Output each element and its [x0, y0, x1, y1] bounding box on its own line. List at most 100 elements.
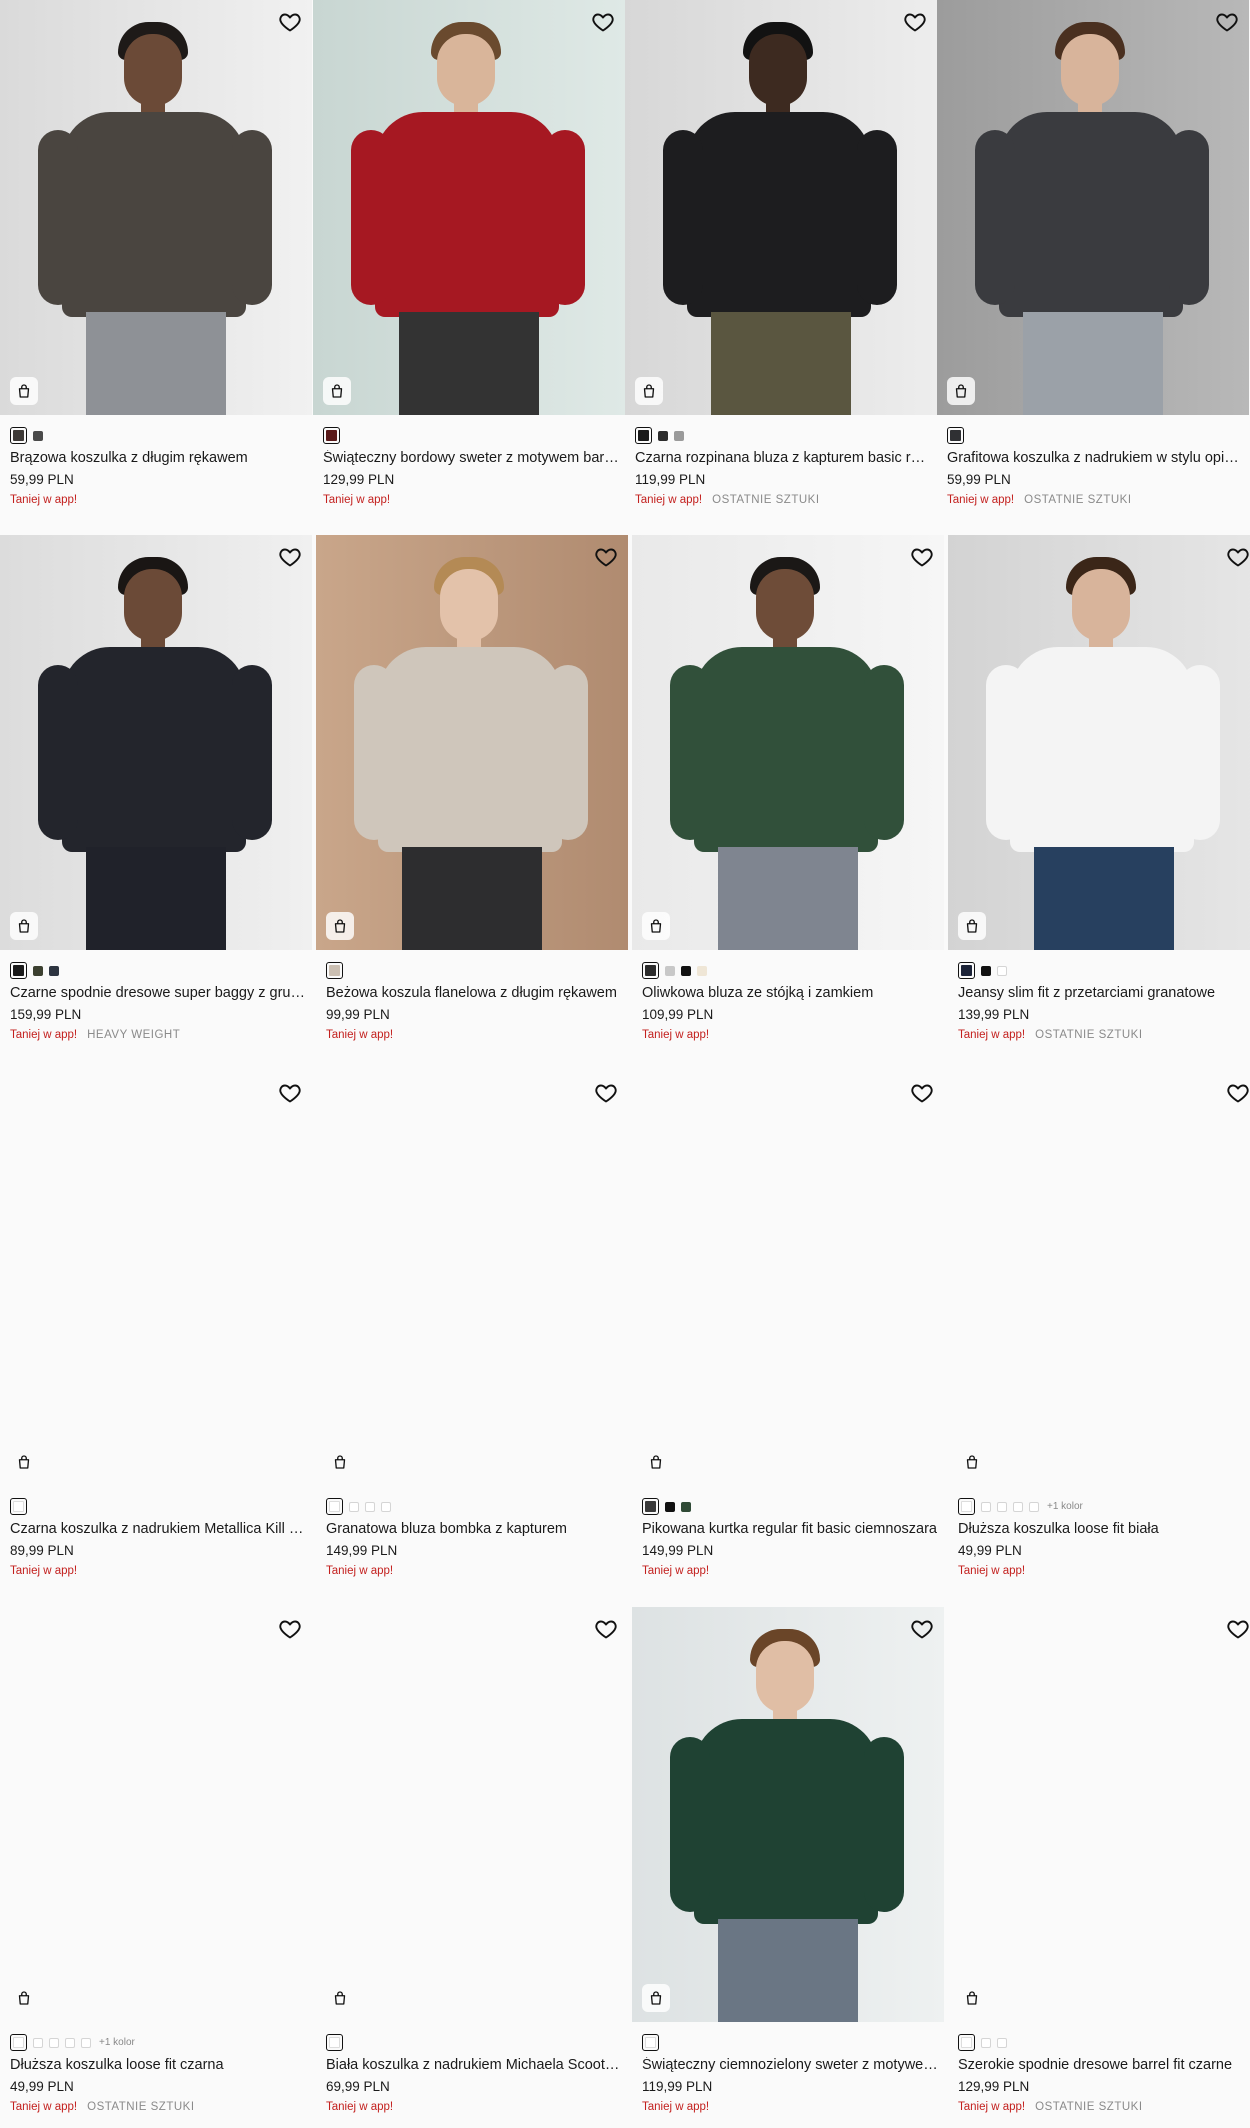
product-name[interactable]: Szerokie spodnie dresowe barrel fit czar… [958, 2057, 1250, 2073]
product-name[interactable]: Świąteczny ciemnozielony sweter z motywe… [642, 2057, 938, 2073]
product-image[interactable] [948, 535, 1250, 950]
product-card[interactable]: Szerokie spodnie dresowe barrel fit czar… [948, 1607, 1250, 2113]
more-colors-label[interactable]: +1 kolor [99, 2037, 135, 2048]
color-swatch[interactable] [981, 2037, 991, 2048]
heart-icon[interactable] [903, 10, 927, 34]
shopping-bag-icon[interactable] [958, 1984, 986, 2012]
product-name[interactable]: Oliwkowa bluza ze stójką i zamkiem [642, 985, 938, 1001]
product-name[interactable]: Granatowa bluza bombka z kapturem [326, 1521, 622, 1537]
color-swatch[interactable] [33, 430, 43, 441]
shopping-bag-icon[interactable] [642, 912, 670, 940]
product-name[interactable]: Czarna koszulka z nadrukiem Metallica Ki… [10, 1521, 306, 1537]
color-swatch-selected[interactable] [10, 427, 27, 444]
color-swatch-selected[interactable] [323, 427, 340, 444]
more-colors-label[interactable]: +1 kolor [1047, 1501, 1083, 1512]
product-card[interactable]: Jeansy slim fit z przetarciami granatowe… [948, 535, 1250, 1041]
color-swatch-selected[interactable] [958, 962, 975, 979]
shopping-bag-icon[interactable] [10, 912, 38, 940]
color-swatch-selected[interactable] [10, 1498, 27, 1515]
color-swatch-selected[interactable] [958, 1498, 975, 1515]
color-swatch-selected[interactable] [326, 1498, 343, 1515]
product-name[interactable]: Brązowa koszulka z długim rękawem [10, 450, 306, 466]
product-card[interactable]: Czarne spodnie dresowe super baggy z gru… [0, 535, 312, 1041]
product-card[interactable]: Pikowana kurtka regular fit basic ciemno… [632, 1071, 944, 1577]
heart-icon[interactable] [1226, 1081, 1250, 1105]
color-swatch[interactable] [658, 430, 668, 441]
heart-icon[interactable] [1215, 10, 1239, 34]
color-swatch-selected[interactable] [947, 427, 964, 444]
shopping-bag-icon[interactable] [958, 1448, 986, 1476]
color-swatch[interactable] [665, 965, 675, 976]
shopping-bag-icon[interactable] [635, 377, 663, 405]
shopping-bag-icon[interactable] [323, 377, 351, 405]
product-name[interactable]: Pikowana kurtka regular fit basic ciemno… [642, 1521, 938, 1537]
color-swatch[interactable] [65, 2037, 75, 2048]
color-swatch[interactable] [381, 1501, 391, 1512]
product-image[interactable] [0, 1607, 312, 2022]
color-swatch[interactable] [349, 1501, 359, 1512]
product-card[interactable]: Beżowa koszula flanelowa z długim rękawe… [316, 535, 628, 1041]
product-card[interactable]: Granatowa bluza bombka z kapturem 149,99… [316, 1071, 628, 1577]
heart-icon[interactable] [910, 1081, 934, 1105]
color-swatch-selected[interactable] [958, 2034, 975, 2051]
product-name[interactable]: Beżowa koszula flanelowa z długim rękawe… [326, 985, 622, 1001]
color-swatch-selected[interactable] [642, 962, 659, 979]
product-card[interactable]: Brązowa koszulka z długim rękawem 59,99 … [0, 0, 312, 506]
product-name[interactable]: Czarne spodnie dresowe super baggy z gru… [10, 985, 306, 1001]
shopping-bag-icon[interactable] [642, 1984, 670, 2012]
color-swatch[interactable] [997, 2037, 1007, 2048]
color-swatch-selected[interactable] [326, 962, 343, 979]
product-card[interactable]: +1 kolor Dłuższa koszulka loose fit czar… [0, 1607, 312, 2113]
shopping-bag-icon[interactable] [10, 1448, 38, 1476]
color-swatch-selected[interactable] [326, 2034, 343, 2051]
product-image[interactable] [0, 0, 312, 415]
color-swatch[interactable] [33, 2037, 43, 2048]
product-card[interactable]: Świąteczny bordowy sweter z motywem bars… [313, 0, 625, 506]
shopping-bag-icon[interactable] [958, 912, 986, 940]
product-image[interactable] [948, 1071, 1250, 1486]
heart-icon[interactable] [278, 1081, 302, 1105]
product-image[interactable] [316, 535, 628, 950]
heart-icon[interactable] [591, 10, 615, 34]
color-swatch[interactable] [81, 2037, 91, 2048]
color-swatch[interactable] [365, 1501, 375, 1512]
color-swatch[interactable] [981, 1501, 991, 1512]
shopping-bag-icon[interactable] [326, 912, 354, 940]
product-image[interactable] [316, 1071, 628, 1486]
shopping-bag-icon[interactable] [642, 1448, 670, 1476]
product-card[interactable]: Czarna koszulka z nadrukiem Metallica Ki… [0, 1071, 312, 1577]
product-card[interactable]: Grafitowa koszulka z nadrukiem w stylu o… [937, 0, 1249, 506]
product-image[interactable] [632, 1607, 944, 2022]
product-name[interactable]: Grafitowa koszulka z nadrukiem w stylu o… [947, 450, 1243, 466]
product-name[interactable]: Czarna rozpinana bluza z kapturem basic … [635, 450, 931, 466]
heart-icon[interactable] [278, 545, 302, 569]
heart-icon[interactable] [594, 1081, 618, 1105]
heart-icon[interactable] [278, 1617, 302, 1641]
color-swatch-selected[interactable] [10, 962, 27, 979]
color-swatch[interactable] [697, 965, 707, 976]
color-swatch[interactable] [1013, 1501, 1023, 1512]
color-swatch-selected[interactable] [642, 1498, 659, 1515]
product-card[interactable]: Świąteczny ciemnozielony sweter z motywe… [632, 1607, 944, 2113]
heart-icon[interactable] [1226, 1617, 1250, 1641]
heart-icon[interactable] [910, 1617, 934, 1641]
color-swatch[interactable] [1029, 1501, 1039, 1512]
product-name[interactable]: Świąteczny bordowy sweter z motywem bars… [323, 450, 619, 466]
color-swatch-selected[interactable] [642, 2034, 659, 2051]
color-swatch[interactable] [681, 1501, 691, 1512]
color-swatch[interactable] [33, 965, 43, 976]
color-swatch[interactable] [665, 1501, 675, 1512]
shopping-bag-icon[interactable] [326, 1448, 354, 1476]
color-swatch-selected[interactable] [635, 427, 652, 444]
product-name[interactable]: Dłuższa koszulka loose fit biała [958, 1521, 1250, 1537]
heart-icon[interactable] [1226, 545, 1250, 569]
color-swatch[interactable] [981, 965, 991, 976]
shopping-bag-icon[interactable] [326, 1984, 354, 2012]
product-image[interactable] [937, 0, 1249, 415]
product-card[interactable]: Biała koszulka z nadrukiem Michaela Scoo… [316, 1607, 628, 2113]
heart-icon[interactable] [910, 545, 934, 569]
product-card[interactable]: +1 kolor Dłuższa koszulka loose fit biał… [948, 1071, 1250, 1577]
product-image[interactable] [948, 1607, 1250, 2022]
shopping-bag-icon[interactable] [947, 377, 975, 405]
color-swatch[interactable] [49, 965, 59, 976]
